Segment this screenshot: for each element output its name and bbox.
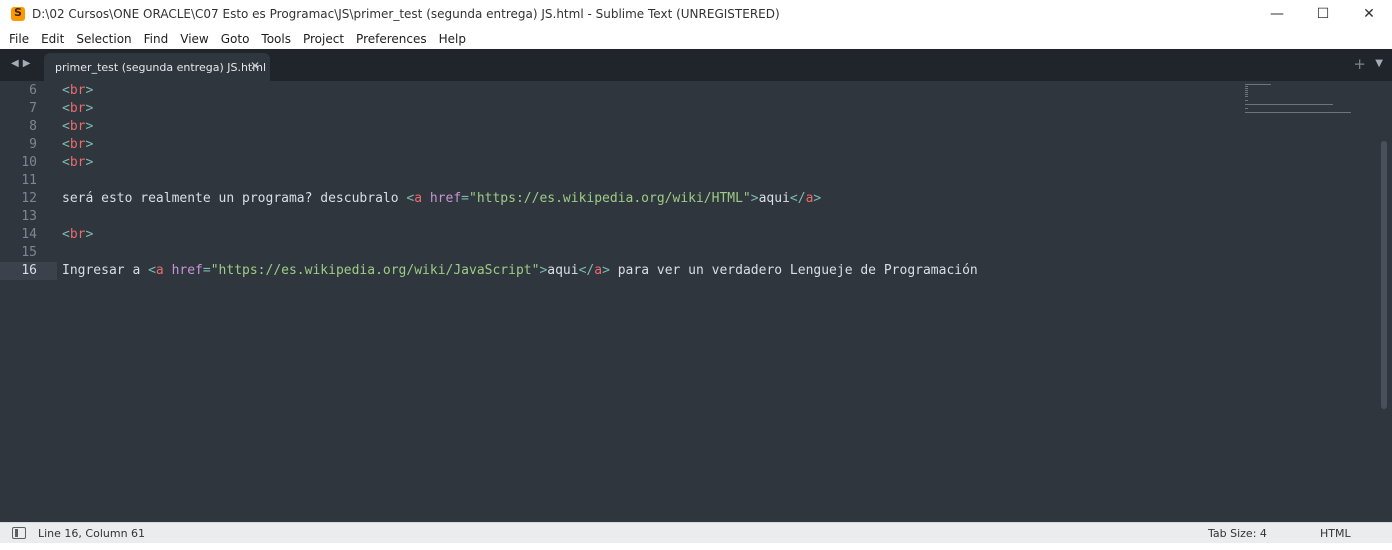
line-number: 14 — [21, 227, 37, 242]
code-token-tag: br — [69, 119, 86, 134]
menu-bar: File Edit Selection Find View Goto Tools… — [0, 28, 1392, 49]
menu-edit[interactable]: Edit — [35, 32, 70, 46]
tab-bar: ◀ ▶ primer_test (segunda entrega) JS.htm… — [0, 49, 1392, 81]
line-number: 16 — [21, 263, 37, 278]
code-token-tag: br — [69, 155, 86, 170]
code-token-tag: a — [594, 263, 603, 278]
code-token-punct: < — [62, 227, 70, 242]
code-line[interactable]: <br> — [62, 154, 93, 172]
code-token-punct: </ — [578, 263, 595, 278]
code-token-punct: > — [85, 137, 94, 152]
code-token-text: para ver un verdadero Lengueje de Progra… — [609, 263, 978, 278]
code-line[interactable]: será esto realmente un programa? descubr… — [62, 190, 821, 208]
code-token-str: "https://es.wikipedia.org/wiki/JavaScrip… — [210, 263, 540, 278]
code-token-punct: = — [461, 191, 469, 206]
sublime-text-icon — [11, 6, 25, 21]
code-token-attr: href — [171, 263, 203, 278]
tab-forward-icon[interactable]: ▶ — [23, 58, 31, 69]
code-token-punct: > — [85, 83, 94, 98]
tab-navigation: ◀ ▶ — [11, 58, 30, 69]
minimap[interactable] — [1240, 81, 1378, 121]
code-token-tag: br — [69, 137, 86, 152]
menu-goto[interactable]: Goto — [215, 32, 256, 46]
tab-back-icon[interactable]: ◀ — [11, 58, 19, 69]
line-number: 10 — [21, 155, 37, 170]
tab-active-file[interactable]: primer_test (segunda entrega) JS.html ✕ — [44, 53, 270, 81]
code-token-tag: br — [69, 227, 86, 242]
code-token-punct: < — [62, 155, 70, 170]
code-line[interactable]: <br> — [62, 136, 93, 154]
title-bar: D:\02 Cursos\ONE ORACLE\C07 Esto es Prog… — [0, 0, 1392, 28]
code-line[interactable]: <br> — [62, 100, 93, 118]
code-token-punct: < — [148, 263, 156, 278]
menu-project[interactable]: Project — [297, 32, 350, 46]
tab-close-icon[interactable]: ✕ — [250, 59, 260, 73]
code-token-punct: > — [85, 155, 94, 170]
line-number: 13 — [21, 209, 37, 224]
scrollbar-thumb[interactable] — [1381, 141, 1387, 409]
code-line[interactable]: <br> — [62, 226, 93, 244]
code-token-tag: a — [155, 263, 164, 278]
tab-size-indicator[interactable]: Tab Size: 4 — [1208, 527, 1267, 540]
menu-preferences[interactable]: Preferences — [350, 32, 433, 46]
menu-view[interactable]: View — [174, 32, 214, 46]
cursor-position[interactable]: Line 16, Column 61 — [38, 527, 145, 540]
window-title: D:\02 Cursos\ONE ORACLE\C07 Esto es Prog… — [32, 7, 780, 21]
code-token-tag: a — [414, 191, 423, 206]
line-number: 6 — [29, 83, 37, 98]
status-bar: Line 16, Column 61 Tab Size: 4 HTML — [0, 522, 1392, 543]
code-token-punct: </ — [789, 191, 806, 206]
line-number: 8 — [29, 119, 37, 134]
code-token-text: aqui — [547, 263, 579, 278]
new-tab-icon[interactable]: + — [1353, 55, 1366, 73]
code-token-punct: < — [62, 83, 70, 98]
line-number: 7 — [29, 101, 37, 116]
code-line[interactable]: <br> — [62, 82, 93, 100]
syntax-indicator[interactable]: HTML — [1320, 527, 1351, 540]
line-number: 9 — [29, 137, 37, 152]
menu-file[interactable]: File — [3, 32, 35, 46]
code-token-tag: br — [69, 101, 86, 116]
vertical-scrollbar[interactable] — [1381, 81, 1390, 522]
code-token-punct: > — [85, 227, 94, 242]
menu-help[interactable]: Help — [433, 32, 472, 46]
code-token-attr: href — [429, 191, 462, 206]
code-token-str: "https://es.wikipedia.org/wiki/HTML" — [469, 191, 751, 206]
line-number: 15 — [21, 245, 37, 260]
code-token-punct: > — [85, 119, 94, 134]
code-token-text: será esto realmente un programa? descubr… — [62, 191, 407, 206]
close-button[interactable]: ✕ — [1346, 0, 1392, 28]
tab-list-dropdown-icon[interactable]: ▼ — [1375, 58, 1383, 69]
minimize-button[interactable]: — — [1254, 0, 1300, 28]
editor-area[interactable]: 6 7 8 9 10 11 12 13 14 15 16 <br> <br> <br> <br> <br> s… — [0, 81, 1392, 522]
code-token-punct: = — [202, 263, 211, 278]
window-bottom-edge — [0, 543, 1392, 550]
menu-find[interactable]: Find — [138, 32, 175, 46]
code-token-punct: > — [750, 191, 759, 206]
code-token-text: aqui — [758, 191, 790, 206]
code-token-text: Ingresar a — [62, 263, 149, 278]
code-view[interactable]: <br> <br> <br> <br> <br> será esto realmente … — [62, 81, 1232, 522]
code-token-punct: > — [85, 101, 94, 116]
code-token-punct: < — [62, 137, 70, 152]
code-token-tag: br — [69, 83, 86, 98]
tab-label: primer_test (segunda entrega) JS.html — [55, 60, 267, 74]
line-number: 12 — [21, 191, 37, 206]
window-controls: — ☐ ✕ — [1254, 0, 1392, 28]
code-token-punct: > — [602, 263, 610, 278]
menu-tools[interactable]: Tools — [255, 32, 297, 46]
code-token-punct: < — [62, 119, 70, 134]
code-line[interactable]: <br> — [62, 118, 93, 136]
menu-selection[interactable]: Selection — [70, 32, 137, 46]
code-line[interactable]: Ingresar a <a href="https://es.wikipedia… — [62, 262, 978, 280]
code-token-punct: > — [813, 191, 822, 206]
toggle-side-panel-icon[interactable] — [12, 527, 26, 539]
maximize-button[interactable]: ☐ — [1300, 0, 1346, 28]
line-number: 11 — [21, 173, 37, 188]
line-number-gutter: 6 7 8 9 10 11 12 13 14 15 16 — [0, 81, 57, 522]
code-token-punct: < — [62, 101, 70, 116]
